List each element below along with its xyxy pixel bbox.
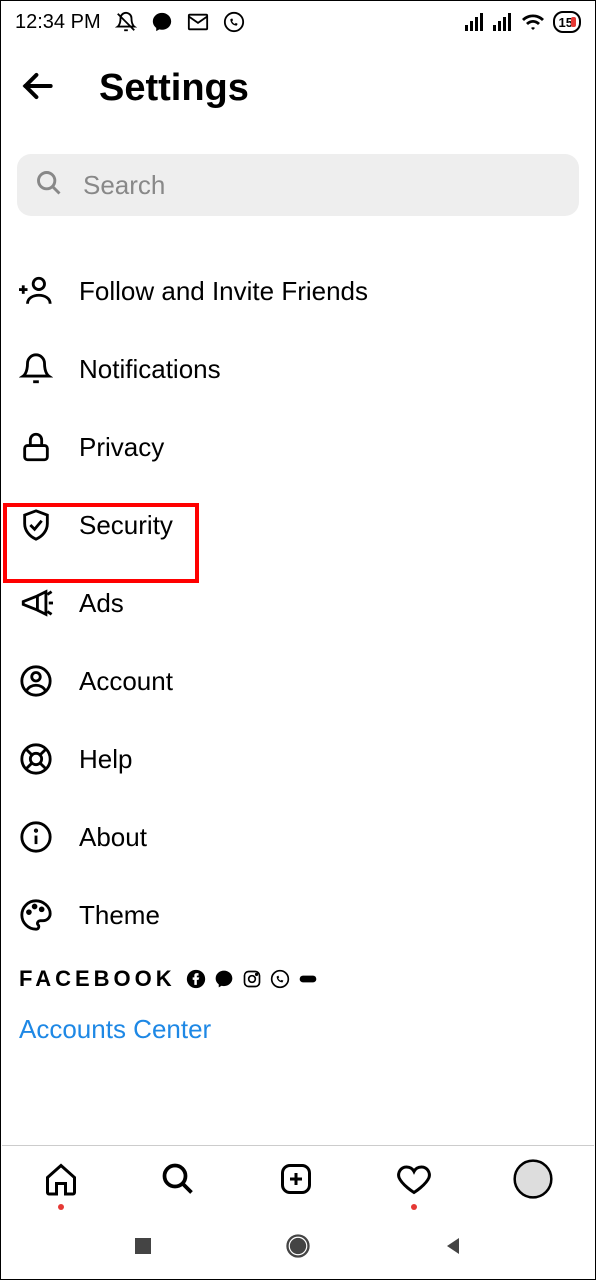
wifi-icon xyxy=(521,12,545,32)
bell-icon xyxy=(19,352,53,386)
menu-item-follow-invite[interactable]: Follow and Invite Friends xyxy=(1,252,595,330)
search-container[interactable] xyxy=(17,154,579,216)
menu-item-about[interactable]: About xyxy=(1,798,595,876)
signal-icon-2 xyxy=(493,13,513,31)
menu-item-label: Privacy xyxy=(79,432,164,463)
menu-item-notifications[interactable]: Notifications xyxy=(1,330,595,408)
search-icon xyxy=(35,169,63,202)
nav-back[interactable] xyxy=(441,1234,465,1263)
menu-item-privacy[interactable]: Privacy xyxy=(1,408,595,486)
menu-item-security[interactable]: Security xyxy=(1,486,595,564)
messenger-icon xyxy=(151,11,173,33)
menu-item-theme[interactable]: Theme xyxy=(1,876,595,954)
whatsapp-icon xyxy=(223,11,245,33)
settings-menu: Follow and Invite Friends Notifications … xyxy=(1,252,595,954)
status-bar: 12:34 PM 15 xyxy=(1,1,595,43)
nav-recent[interactable] xyxy=(131,1234,155,1263)
battery-indicator: 15 xyxy=(553,11,581,33)
shield-check-icon xyxy=(19,508,53,542)
messenger-small-icon xyxy=(214,969,234,989)
signal-icon-1 xyxy=(465,13,485,31)
palette-icon xyxy=(19,898,53,932)
accounts-center-link[interactable]: Accounts Center xyxy=(1,998,595,1061)
tab-profile[interactable] xyxy=(513,1159,553,1204)
menu-item-label: Theme xyxy=(79,900,160,931)
menu-item-label: Account xyxy=(79,666,173,697)
tab-search[interactable] xyxy=(160,1161,196,1202)
megaphone-icon xyxy=(19,586,53,620)
tab-create[interactable] xyxy=(278,1161,314,1202)
bottom-tab-bar xyxy=(2,1145,594,1217)
android-nav-bar xyxy=(2,1217,594,1279)
page-title: Settings xyxy=(99,67,249,110)
info-icon xyxy=(19,820,53,854)
add-person-icon xyxy=(19,274,53,308)
lifebuoy-icon xyxy=(19,742,53,776)
notification-dot xyxy=(411,1204,417,1210)
facebook-app-icons xyxy=(186,969,318,989)
menu-item-ads[interactable]: Ads xyxy=(1,564,595,642)
search-input[interactable] xyxy=(83,170,561,201)
whatsapp-small-icon xyxy=(270,969,290,989)
menu-item-label: Notifications xyxy=(79,354,221,385)
menu-item-label: Follow and Invite Friends xyxy=(79,276,368,307)
back-button[interactable] xyxy=(19,67,57,110)
facebook-icon xyxy=(186,969,206,989)
oculus-small-icon xyxy=(298,969,318,989)
menu-item-help[interactable]: Help xyxy=(1,720,595,798)
tab-home[interactable] xyxy=(43,1161,79,1202)
menu-item-account[interactable]: Account xyxy=(1,642,595,720)
gmail-icon xyxy=(187,11,209,33)
lock-icon xyxy=(19,430,53,464)
page-header: Settings xyxy=(1,43,595,120)
dnd-icon xyxy=(115,11,137,33)
notification-dot xyxy=(58,1204,64,1210)
facebook-branding: FACEBOOK xyxy=(1,954,595,998)
status-time: 12:34 PM xyxy=(15,11,101,34)
nav-home[interactable] xyxy=(284,1232,312,1265)
account-icon xyxy=(19,664,53,698)
menu-item-label: Help xyxy=(79,744,132,775)
facebook-wordmark: FACEBOOK xyxy=(19,966,176,992)
tab-activity[interactable] xyxy=(396,1161,432,1202)
instagram-small-icon xyxy=(242,969,262,989)
menu-item-label: About xyxy=(79,822,147,853)
menu-item-label: Ads xyxy=(79,588,124,619)
menu-item-label: Security xyxy=(79,510,173,541)
